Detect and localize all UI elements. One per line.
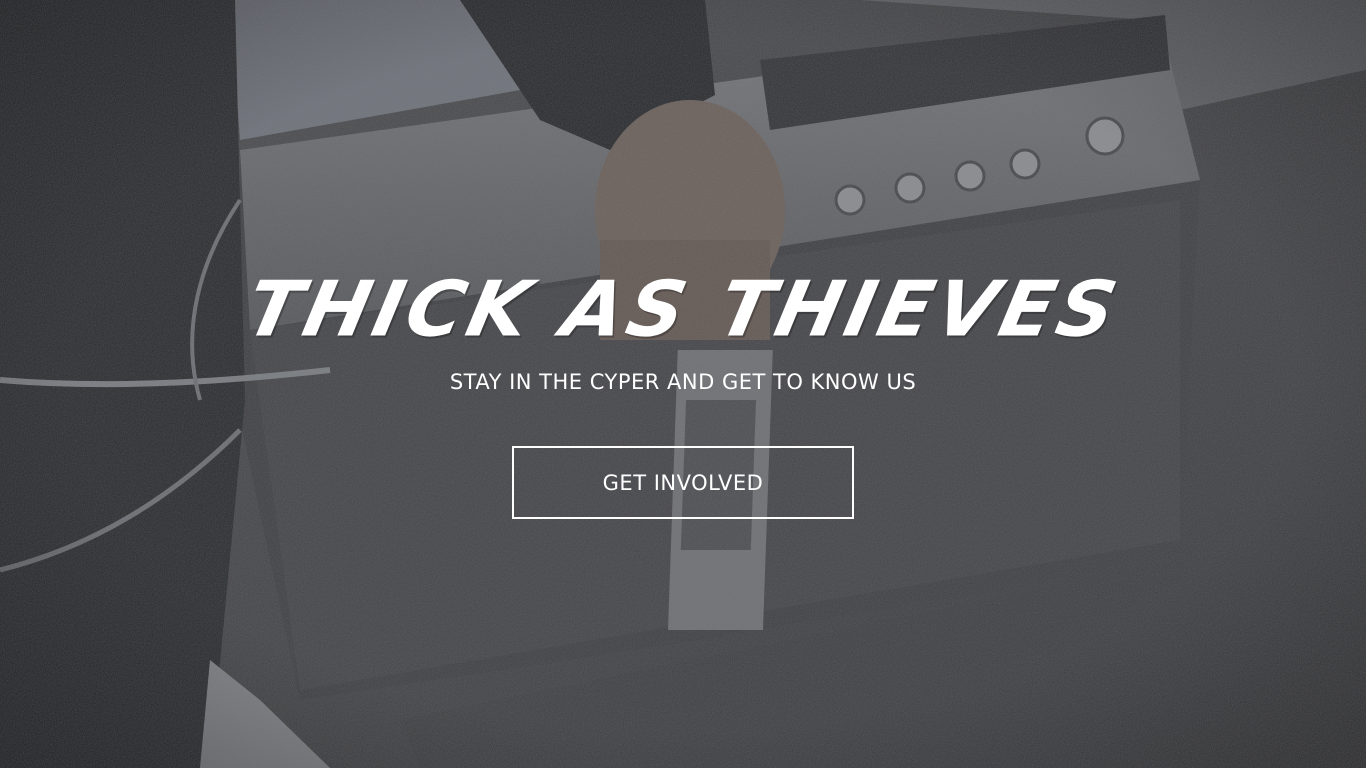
get-involved-button[interactable]: GET INVOLVED	[512, 446, 854, 519]
hero-tagline: STAY IN THE CYPER AND GET TO KNOW US	[449, 370, 917, 394]
hero-content: THICK AS THIEVES STAY IN THE CYPER AND G…	[0, 0, 1366, 768]
brand-title: THICK AS THIEVES	[238, 265, 1128, 355]
hero-section: THICK AS THIEVES STAY IN THE CYPER AND G…	[0, 0, 1366, 768]
